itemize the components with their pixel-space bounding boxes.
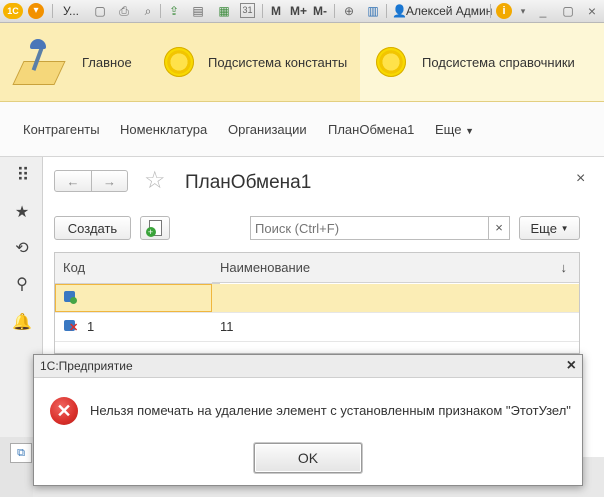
- maximize-icon[interactable]: ▢: [560, 3, 576, 19]
- nav-item-counterparties[interactable]: Контрагенты: [23, 122, 100, 137]
- dialog-title: 1С:Предприятие: [40, 359, 133, 373]
- search-icon[interactable]: ⚲: [12, 275, 32, 295]
- form-title: ПланОбмена1: [185, 172, 312, 193]
- search-input[interactable]: [250, 216, 488, 240]
- selected-cell[interactable]: [55, 284, 212, 312]
- title-bar: 1С ▾ У... ▢ ⎙ ⌕ ⇪ ▤ ▦ 31 M M+ M- ⊕ ▥ 👤 А…: [0, 0, 604, 23]
- chevron-down-icon: ▼: [560, 223, 569, 233]
- exchange-node-icon: [64, 291, 77, 304]
- upload-icon[interactable]: ⇪: [166, 3, 182, 19]
- section-handbooks-label: Подсистема справочники: [422, 54, 575, 70]
- bell-icon[interactable]: 🔔: [12, 313, 32, 333]
- desk-lamp-icon: [12, 35, 66, 89]
- section-constants-label: Подсистема константы: [208, 54, 348, 70]
- navigation-bar: Контрагенты Номенклатура Организации Пла…: [0, 102, 604, 157]
- constants-circle-icon: [164, 47, 194, 77]
- window-title: У...: [62, 4, 80, 18]
- save-icon[interactable]: ▢: [92, 3, 108, 19]
- column-header-name[interactable]: Наименование ↓: [212, 253, 579, 283]
- table-icon[interactable]: ▦: [216, 3, 232, 19]
- panels-icon[interactable]: ▥: [365, 3, 381, 19]
- section-main-label: Главное: [82, 54, 132, 70]
- table-row[interactable]: [55, 284, 579, 313]
- back-button[interactable]: ←: [54, 170, 92, 192]
- error-message: Нельзя помечать на удаление элемент с ус…: [90, 403, 571, 418]
- documents-icon[interactable]: ▤: [190, 3, 206, 19]
- section-handbooks[interactable]: Подсистема справочники: [360, 23, 604, 101]
- sections-panel: Главное Подсистема константы Подсистема …: [0, 23, 604, 102]
- close-window-icon[interactable]: ×: [584, 3, 600, 19]
- row-code: 1: [87, 319, 95, 334]
- dialog-close-icon[interactable]: ×: [567, 355, 576, 377]
- section-constants[interactable]: Подсистема константы: [158, 23, 362, 101]
- create-button[interactable]: Создать: [54, 216, 131, 240]
- history-icon[interactable]: ⟲: [12, 239, 32, 259]
- section-main[interactable]: Главное: [12, 23, 152, 101]
- sort-down-icon: ↓: [560, 260, 568, 275]
- nav-more-button[interactable]: Еще ▼: [435, 122, 474, 137]
- error-icon: ✕: [50, 397, 78, 425]
- ok-button[interactable]: OK: [254, 443, 362, 473]
- handbooks-circle-icon: [376, 47, 406, 77]
- apps-grid-icon[interactable]: ⠿: [12, 165, 32, 185]
- more-actions-button[interactable]: Еще ▼: [519, 216, 580, 240]
- close-form-icon[interactable]: ×: [576, 170, 585, 188]
- nav-item-nomenclature[interactable]: Номенклатура: [120, 122, 207, 137]
- user-icon: 👤: [392, 4, 407, 18]
- nav-item-organizations[interactable]: Организации: [228, 122, 307, 137]
- dialog-title-bar: 1С:Предприятие ×: [34, 355, 582, 378]
- memory-m-plus-button[interactable]: M+: [290, 4, 307, 18]
- table-row[interactable]: ✕ 1 11: [55, 313, 579, 342]
- info-dropdown-icon[interactable]: ▾: [515, 3, 531, 19]
- user-name[interactable]: Алексей Админ: [406, 4, 492, 18]
- preview-icon[interactable]: ⌕: [140, 3, 156, 19]
- star-icon[interactable]: ★: [12, 203, 32, 223]
- column-header-code[interactable]: Код: [55, 253, 220, 284]
- open-window-button[interactable]: ⧉: [10, 443, 32, 463]
- print-icon[interactable]: ⎙: [116, 3, 132, 19]
- add-document-icon: +: [145, 220, 162, 237]
- favorite-star-icon[interactable]: ☆: [144, 168, 166, 194]
- create-folder-button[interactable]: +: [140, 216, 170, 240]
- memory-m-button[interactable]: M: [271, 4, 281, 18]
- row-name: 11: [220, 319, 234, 334]
- list-table: Код Наименование ↓ ✕ 1 11: [54, 252, 580, 354]
- nav-item-exchange-plan[interactable]: ПланОбмена1: [328, 122, 414, 137]
- info-icon[interactable]: i: [496, 3, 512, 19]
- exchange-node-marked-deleted-icon: ✕: [64, 320, 78, 334]
- memory-m-minus-button[interactable]: M-: [313, 4, 327, 18]
- chevron-down-icon: ▼: [465, 126, 474, 136]
- forward-button[interactable]: →: [91, 170, 128, 192]
- error-dialog: 1С:Предприятие × ✕ Нельзя помечать на уд…: [33, 354, 583, 486]
- clear-search-button[interactable]: ×: [488, 216, 510, 240]
- zoom-icon[interactable]: ⊕: [341, 3, 357, 19]
- minimize-icon[interactable]: _: [535, 3, 551, 19]
- calendar-icon[interactable]: 31: [240, 3, 255, 18]
- main-menu-icon[interactable]: ▾: [28, 3, 44, 19]
- app-logo-icon[interactable]: 1С: [3, 3, 23, 19]
- taskbar: ⧉: [0, 437, 33, 497]
